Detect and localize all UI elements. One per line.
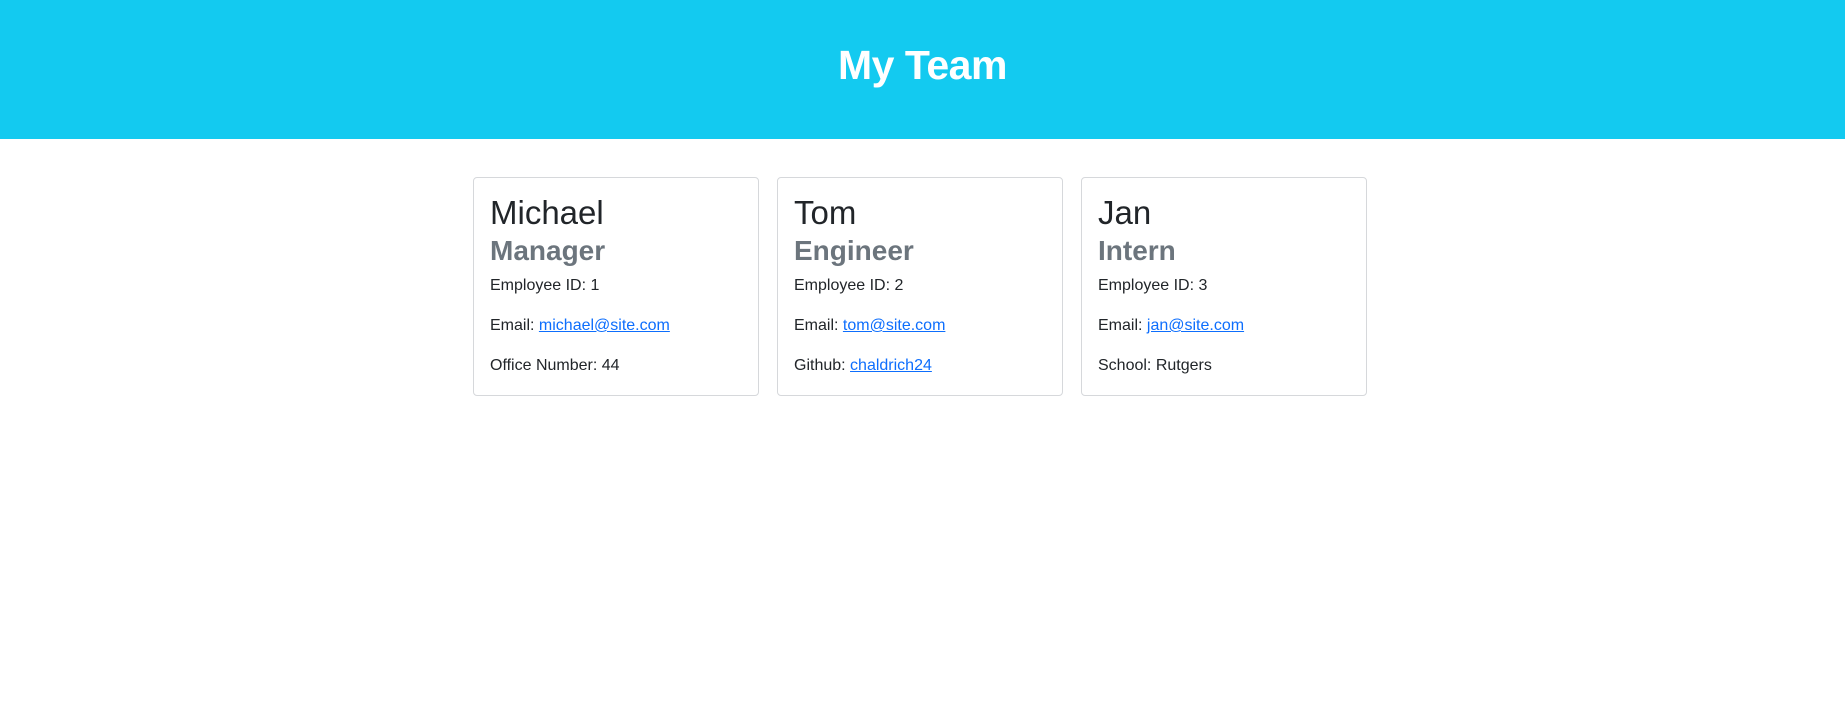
employee-role: Manager: [490, 235, 606, 266]
school-line: School: Rutgers: [1098, 356, 1350, 376]
school-label: School:: [1098, 357, 1152, 374]
email-line: Email: michael@site.com: [490, 316, 742, 336]
team-cards: Michael Manager Employee ID: 1 Email: mi…: [0, 139, 1845, 727]
github-label: Github:: [794, 357, 846, 374]
employee-name: Jan: [1098, 194, 1152, 231]
page-title: My Team: [838, 42, 1007, 88]
email-label: Email:: [490, 317, 535, 334]
email-line: Email: tom@site.com: [794, 316, 1046, 336]
email-link[interactable]: jan@site.com: [1147, 317, 1244, 334]
employee-name: Tom: [794, 194, 857, 231]
email-label: Email:: [1098, 317, 1143, 334]
email-line: Email: jan@site.com: [1098, 316, 1350, 336]
email-link[interactable]: tom@site.com: [843, 317, 945, 334]
employee-name: Michael: [490, 194, 604, 231]
github-link[interactable]: chaldrich24: [850, 357, 932, 374]
employee-id-value: 2: [894, 277, 904, 294]
office-number-line: Office Number: 44: [490, 356, 742, 376]
school-value: Rutgers: [1155, 357, 1212, 374]
email-label: Email:: [794, 317, 839, 334]
employee-card-intern: Jan Intern Employee ID: 3 Email: jan@sit…: [1081, 177, 1367, 396]
employee-role: Intern: [1098, 235, 1176, 266]
employee-card-manager: Michael Manager Employee ID: 1 Email: mi…: [473, 177, 759, 396]
employee-id-value: 3: [1198, 277, 1208, 294]
employee-id-label: Employee ID:: [794, 277, 891, 294]
employee-id-line: Employee ID: 1: [490, 276, 742, 296]
employee-card-engineer: Tom Engineer Employee ID: 2 Email: tom@s…: [777, 177, 1063, 396]
employee-role: Engineer: [794, 235, 914, 266]
employee-id-label: Employee ID:: [1098, 277, 1195, 294]
employee-id-line: Employee ID: 3: [1098, 276, 1350, 296]
email-link[interactable]: michael@site.com: [539, 317, 670, 334]
page-header: My Team: [0, 0, 1845, 139]
employee-id-value: 1: [590, 277, 600, 294]
employee-id-label: Employee ID:: [490, 277, 587, 294]
office-number-value: 44: [601, 357, 620, 374]
github-line: Github: chaldrich24: [794, 356, 1046, 376]
employee-id-line: Employee ID: 2: [794, 276, 1046, 296]
office-number-label: Office Number:: [490, 357, 598, 374]
